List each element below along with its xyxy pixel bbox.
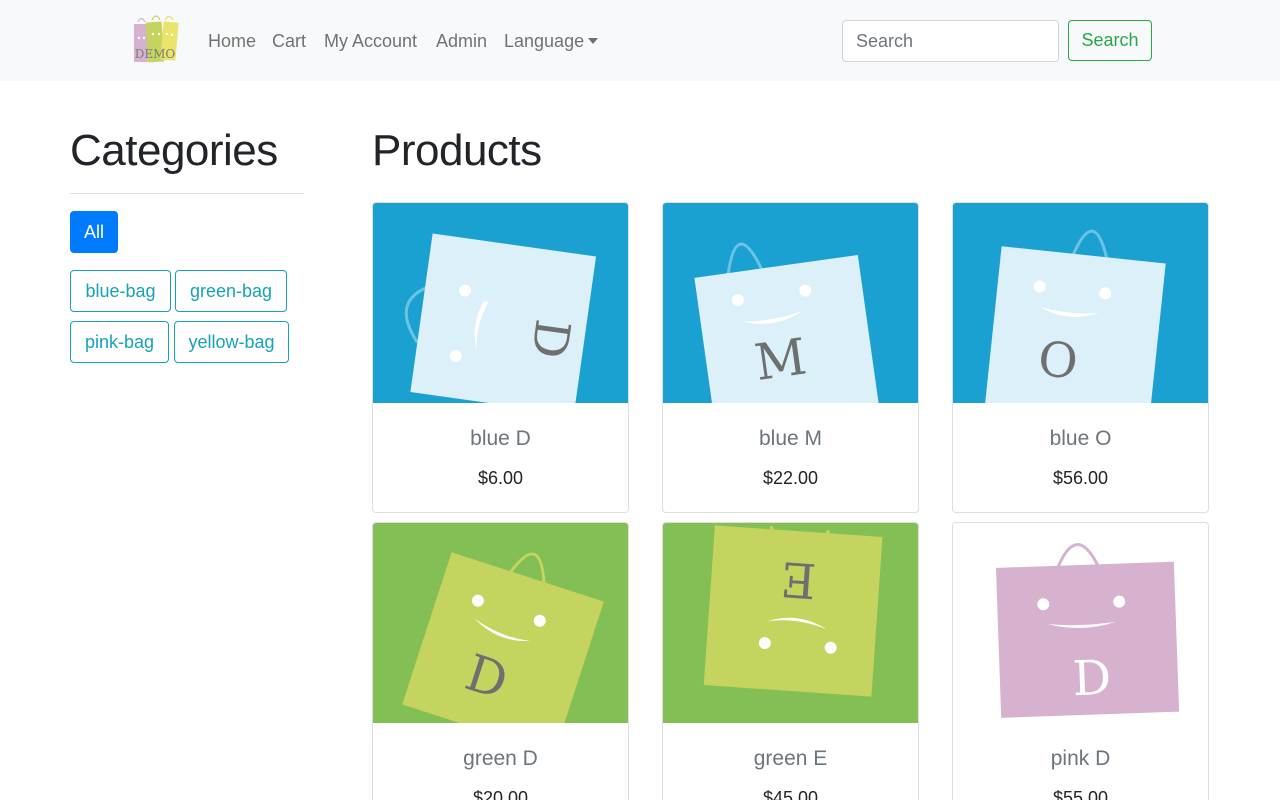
product-card[interactable]: D green D $20.00 (372, 522, 629, 800)
product-price: $55.00 (1052, 788, 1109, 800)
caret-down-icon (588, 38, 599, 44)
shopping-bag-image: D (953, 523, 1208, 723)
navbar: DEMO Home Cart My Account Admin Language… (0, 0, 1280, 81)
category-pink-bag-button[interactable]: pink-bag (70, 321, 169, 363)
product-price: $56.00 (1052, 468, 1109, 488)
svg-text:M: M (751, 327, 810, 392)
category-yellow-bag-button[interactable]: yellow-bag (174, 321, 289, 363)
shopping-bag-image: O (953, 203, 1208, 403)
product-card[interactable]: D blue D $6.00 (372, 202, 629, 513)
svg-text:D: D (1072, 650, 1112, 707)
search-button[interactable]: Search (1068, 20, 1152, 61)
product-name: green D (463, 747, 538, 770)
shopping-bag-image: D (373, 203, 628, 403)
product-name: blue D (470, 427, 531, 450)
svg-text:O: O (1035, 331, 1080, 391)
product-price: $20.00 (472, 788, 529, 800)
products-heading: Products (372, 126, 542, 175)
category-green-bag-button[interactable]: green-bag (175, 270, 287, 312)
nav-my-account-link[interactable]: My Account (324, 30, 417, 52)
shopping-bags-logo-icon: DEMO (134, 15, 179, 63)
svg-text:DEMO: DEMO (135, 47, 176, 61)
category-all-button[interactable]: All (70, 211, 118, 253)
product-price: $45.00 (762, 788, 819, 800)
product-card[interactable]: O blue O $56.00 (952, 202, 1209, 513)
shopping-bag-image: D (373, 523, 628, 723)
categories-heading: Categories (70, 126, 278, 175)
nav-home-link[interactable]: Home (208, 30, 256, 52)
product-name: green E (753, 747, 828, 770)
product-card[interactable]: M blue M $22.00 (662, 202, 919, 513)
shopping-bag-image: M (663, 203, 918, 403)
categories-divider (70, 193, 304, 194)
nav-cart-link[interactable]: Cart (272, 30, 306, 52)
language-label: Language (504, 31, 585, 51)
category-blue-bag-button[interactable]: blue-bag (70, 270, 171, 312)
shopping-bag-image: E (663, 523, 918, 723)
product-name: blue O (1049, 427, 1112, 450)
product-price: $6.00 (477, 468, 524, 488)
svg-text:D: D (520, 316, 581, 362)
search-input[interactable] (842, 20, 1059, 62)
brand-logo[interactable]: DEMO (132, 12, 180, 66)
product-card[interactable]: D pink D $55.00 (952, 522, 1209, 800)
language-dropdown[interactable]: Language (504, 30, 599, 52)
product-card[interactable]: E green E $45.00 (662, 522, 919, 800)
product-price: $22.00 (762, 468, 819, 488)
nav-admin-link[interactable]: Admin (436, 30, 487, 52)
product-name: pink D (1050, 747, 1111, 770)
svg-text:E: E (779, 550, 818, 608)
product-name: blue M (758, 427, 823, 450)
